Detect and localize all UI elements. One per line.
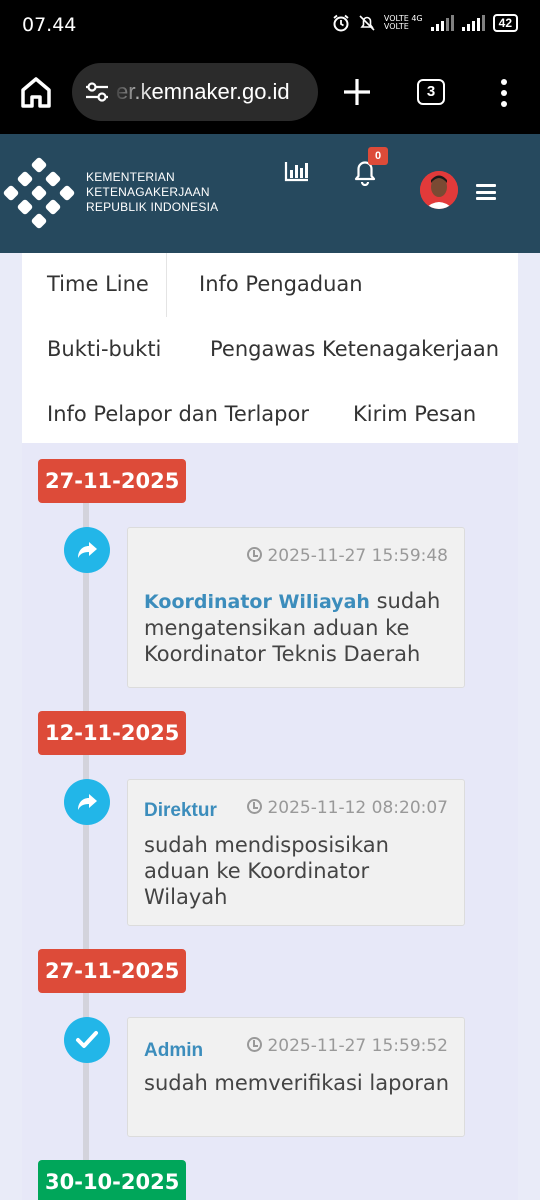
clock-icon: [247, 1037, 263, 1052]
timeline-timestamp: 2025-11-27 15:59:48: [247, 546, 448, 566]
timeline-actor[interactable]: Koordinator Wiliayah: [144, 591, 370, 613]
timeline-item: 2025-11-27 15:59:52 Admin sudah memverif…: [127, 1017, 465, 1137]
hamburger-menu-icon[interactable]: [476, 184, 496, 200]
kemnaker-logo-icon[interactable]: [2, 156, 76, 230]
timeline-line: [83, 500, 89, 1200]
alarm-icon: [333, 14, 349, 32]
mute-bell-icon: [359, 15, 375, 31]
tab-bukti-bukti[interactable]: Bukti-bukti: [47, 337, 161, 361]
site-settings-icon[interactable]: [84, 80, 110, 104]
ministry-line-2: KETENAGAKERJAAN: [86, 185, 210, 199]
timeline-timestamp: 2025-11-27 15:59:52: [247, 1036, 448, 1056]
timeline-date-label: 12-11-2025: [38, 711, 187, 755]
notification-badge: 0: [368, 147, 388, 165]
battery-indicator: 42: [492, 14, 518, 32]
overflow-menu-icon[interactable]: [494, 78, 514, 108]
status-bar: 07.44 VOLTE 4G VOLTE 42: [0, 0, 540, 50]
user-avatar[interactable]: [420, 171, 458, 209]
timeline-actor[interactable]: Admin: [144, 1040, 203, 1062]
status-icons: VOLTE 4G VOLTE 42: [332, 14, 518, 32]
site-header: KEMENTERIAN KETENAGAKERJAAN REPUBLIK IND…: [0, 134, 540, 253]
clock-icon: [247, 799, 263, 814]
browser-toolbar: er.kemnaker.go.id 3: [0, 50, 540, 134]
network-type: VOLTE 4G VOLTE: [384, 15, 423, 31]
timeline-action: sudah mendisposisikan aduan ke Koordinat…: [144, 833, 389, 909]
check-icon: [64, 1017, 110, 1063]
tab-kirim-pesan[interactable]: Kirim Pesan: [353, 402, 476, 426]
timeline-body: Koordinator Wiliayah sudah mengatensikan…: [144, 588, 450, 667]
tab-divider: [166, 253, 167, 317]
timestamp-text: 2025-11-12 08:20:07: [267, 798, 448, 818]
share-arrow-icon: [64, 527, 110, 573]
network-label-2: VOLTE: [383, 22, 409, 31]
timeline-date-label: 30-10-2025: [38, 1160, 187, 1200]
new-tab-icon[interactable]: [340, 75, 374, 109]
timeline-timestamp: 2025-11-12 08:20:07: [247, 798, 448, 818]
timeline-action: sudah memverifikasi laporan: [144, 1071, 450, 1095]
bar-chart-icon[interactable]: [284, 160, 310, 182]
tab-time-line[interactable]: Time Line: [47, 272, 149, 296]
timeline-actor[interactable]: Direktur: [144, 800, 217, 822]
status-time: 07.44: [22, 14, 77, 36]
ministry-line-3: REPUBLIK INDONESIA: [86, 200, 219, 214]
timeline-date-label: 27-11-2025: [38, 949, 187, 993]
ministry-name: KEMENTERIAN KETENAGAKERJAAN REPUBLIK IND…: [86, 170, 218, 215]
tab-pengawas-ketenagakerjaan[interactable]: Pengawas Ketenagakerjaan: [210, 337, 499, 361]
tab-info-pengaduan[interactable]: Info Pengaduan: [199, 272, 363, 296]
tab-switcher-button[interactable]: 3: [417, 79, 445, 105]
signal-1-icon: [430, 15, 454, 31]
timestamp-text: 2025-11-27 15:59:48: [267, 546, 448, 566]
address-bar[interactable]: er.kemnaker.go.id: [72, 63, 318, 121]
url-fade: [112, 63, 152, 121]
clock-icon: [247, 547, 263, 562]
home-icon[interactable]: [18, 72, 54, 112]
timeline-item: 2025-11-27 15:59:48 Koordinator Wiliayah…: [127, 527, 465, 688]
timeline-date-label: 27-11-2025: [38, 459, 187, 503]
tab-info-pelapor-terlapor[interactable]: Info Pelapor dan Terlapor: [47, 402, 309, 426]
ministry-line-1: KEMENTERIAN: [86, 170, 175, 184]
detail-tabs: Time Line Info Pengaduan Bukti-bukti Pen…: [22, 253, 518, 443]
signal-2-icon: [461, 15, 485, 31]
timestamp-text: 2025-11-27 15:59:52: [267, 1036, 448, 1056]
share-arrow-icon: [64, 779, 110, 825]
timeline-item: 2025-11-12 08:20:07 Direktur sudah mendi…: [127, 779, 465, 926]
